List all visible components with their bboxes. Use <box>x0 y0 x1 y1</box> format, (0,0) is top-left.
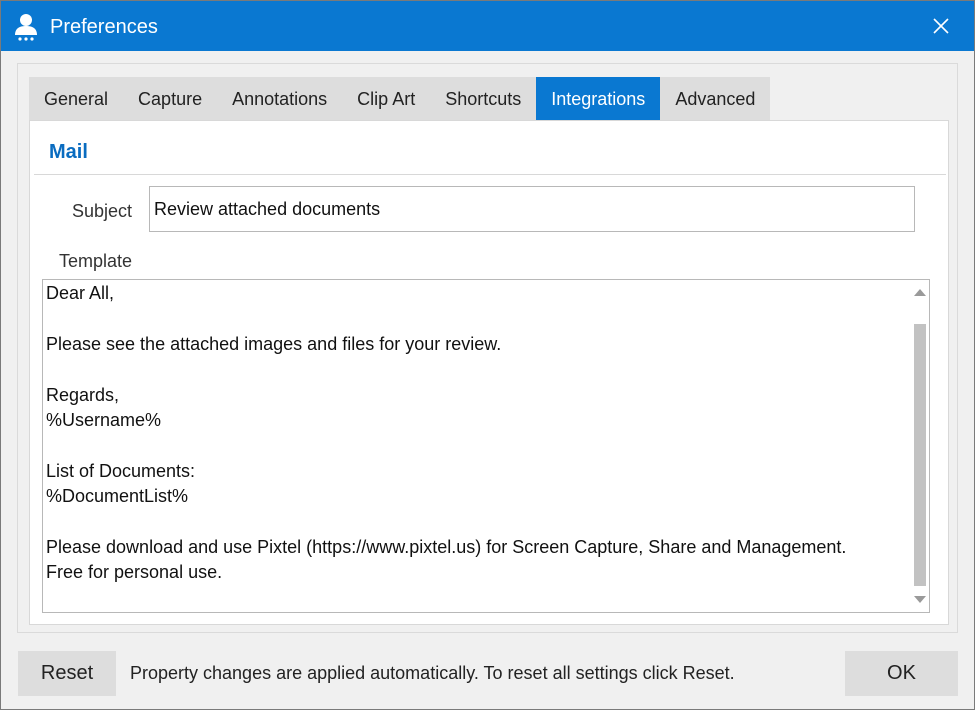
close-icon[interactable] <box>926 11 956 41</box>
subject-label: Subject <box>72 201 133 221</box>
scroll-down-arrow-icon[interactable] <box>911 590 929 608</box>
tab-capture[interactable]: Capture <box>123 77 218 120</box>
section-divider <box>34 174 946 175</box>
template-editor: Dear All, Please see the attached images… <box>42 279 930 613</box>
reset-button[interactable]: Reset <box>18 651 116 696</box>
subject-input[interactable] <box>149 186 915 232</box>
window-title: Preferences <box>50 16 158 38</box>
scroll-up-arrow-icon[interactable] <box>911 284 929 302</box>
user-icon <box>15 14 37 41</box>
tab-general[interactable]: General <box>29 77 124 120</box>
integrations-panel: Mail Subject Template Dear All, Please s… <box>29 120 949 625</box>
footer-note: Property changes are applied automatical… <box>130 663 735 683</box>
tab-advanced[interactable]: Advanced <box>660 77 771 120</box>
template-textarea[interactable]: Dear All, Please see the attached images… <box>46 281 908 611</box>
section-title-mail: Mail <box>49 141 88 163</box>
tab-shortcuts[interactable]: Shortcuts <box>430 77 537 120</box>
template-scrollbar[interactable] <box>911 280 929 612</box>
scroll-thumb[interactable] <box>914 324 926 586</box>
tab-clip-art[interactable]: Clip Art <box>342 77 431 120</box>
preferences-window: Preferences General Capture Annotations … <box>0 0 975 710</box>
tab-annotations[interactable]: Annotations <box>217 77 343 120</box>
tab-integrations[interactable]: Integrations <box>536 77 661 120</box>
tab-bar: General Capture Annotations Clip Art Sho… <box>29 77 771 120</box>
title-bar[interactable]: Preferences <box>1 1 974 51</box>
ok-button[interactable]: OK <box>845 651 958 696</box>
template-label: Template <box>59 251 133 271</box>
